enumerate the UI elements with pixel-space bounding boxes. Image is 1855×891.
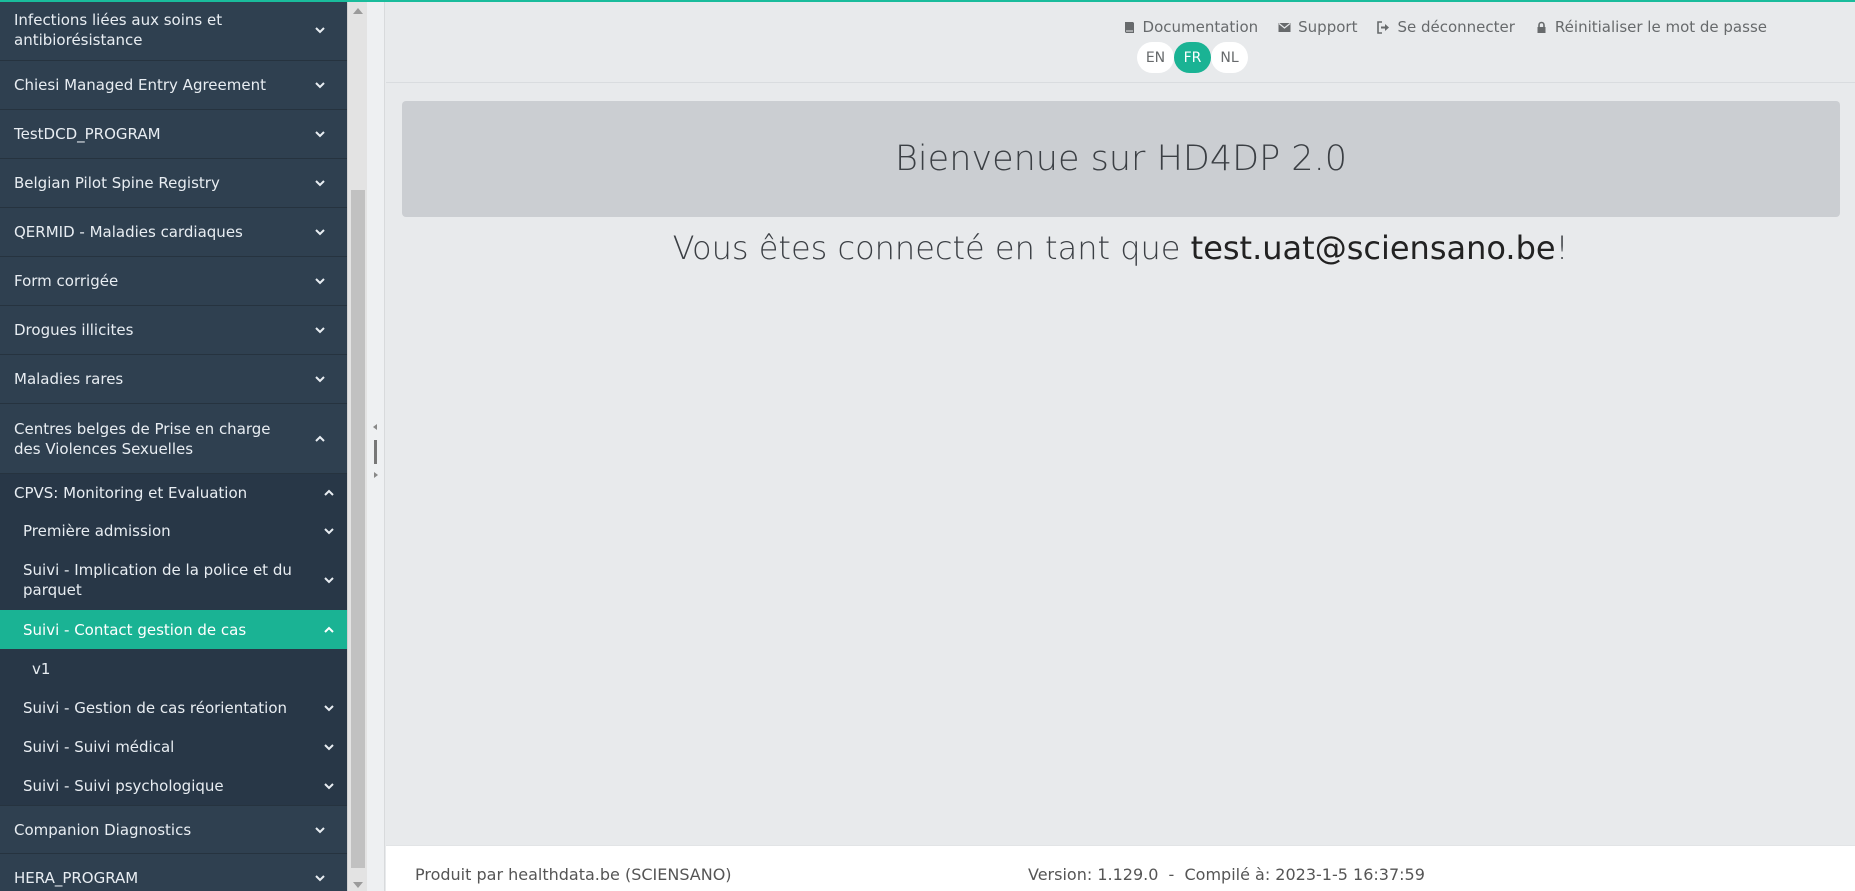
documentation-label: Documentation: [1142, 18, 1259, 36]
connected-prefix: Vous êtes connecté en tant que: [672, 229, 1191, 267]
top-header: Documentation Support Se déconnecter Réi…: [386, 2, 1855, 83]
chevron-down-icon: [315, 229, 325, 236]
sidebar-item-label: Centres belges de Prise en charge des Vi…: [14, 419, 271, 458]
sidebar-item-form-corrigee[interactable]: Form corrigée: [0, 257, 347, 306]
sidebar-item-hera[interactable]: HERA_PROGRAM: [0, 854, 347, 891]
sidebar-item-label: Form corrigée: [14, 272, 119, 290]
sidebar-subitem-label: Suivi - Gestion de cas réorientation: [23, 698, 288, 717]
sidebar-item-qermid[interactable]: QERMID - Maladies cardiaques: [0, 208, 347, 257]
chevron-down-icon: [315, 131, 325, 138]
chevron-down-icon: [315, 327, 325, 334]
support-label: Support: [1298, 18, 1358, 36]
lang-nl-button[interactable]: NL: [1211, 42, 1248, 73]
chevron-down-icon: [315, 278, 325, 285]
sidebar-item-label: Chiesi Managed Entry Agreement: [14, 76, 266, 94]
sidebar-subitem-implication-police[interactable]: Suivi - Implication de la police et du p…: [0, 550, 347, 610]
chevron-up-icon: [324, 626, 334, 633]
chevron-down-icon: [324, 782, 334, 789]
connected-suffix: !: [1555, 229, 1569, 267]
sidebar-subitem-label: Suivi - Implication de la police et du p…: [23, 561, 292, 599]
sidebar-item-label: Infections liées aux soins et antibiorés…: [14, 11, 223, 49]
chevron-down-icon: [324, 577, 334, 584]
sidebar-subitem-reorientation[interactable]: Suivi - Gestion de cas réorientation: [0, 688, 347, 727]
sidebar-item-testdcd[interactable]: TestDCD_PROGRAM: [0, 110, 347, 159]
chevron-down-icon: [315, 180, 325, 187]
sidebar-subitem-suivi-psychologique[interactable]: Suivi - Suivi psychologique: [0, 766, 347, 805]
sidebar-subitem-label: Suivi - Suivi psychologique: [23, 776, 224, 795]
scrollbar-thumb[interactable]: [351, 190, 365, 868]
top-links: Documentation Support Se déconnecter Réi…: [1123, 18, 1767, 36]
sidebar-scrollbar[interactable]: [347, 0, 367, 891]
sidebar-item-chiesi[interactable]: Chiesi Managed Entry Agreement: [0, 61, 347, 110]
sidebar-item-label: Drogues illicites: [14, 321, 134, 339]
chevron-up-icon: [324, 489, 334, 496]
top-accent-line: [0, 0, 1855, 2]
sidebar-item-companion-diagnostics[interactable]: Companion Diagnostics: [0, 805, 347, 854]
scroll-down-arrow-icon[interactable]: [353, 882, 363, 888]
sidebar-item-spine-registry[interactable]: Belgian Pilot Spine Registry: [0, 159, 347, 208]
sign-out-icon: [1377, 20, 1390, 34]
sidebar-subitem-label: v1: [32, 659, 51, 678]
sidebar-subitem-label: Première admission: [23, 521, 171, 540]
sidebar-item-label: HERA_PROGRAM: [14, 869, 139, 887]
book-icon: [1124, 21, 1134, 33]
footer-produced-by: Produit par healthdata.be (SCIENSANO): [415, 865, 732, 884]
sidebar-subitem-suivi-medical[interactable]: Suivi - Suivi médical: [0, 727, 347, 766]
sidebar-item-label: Belgian Pilot Spine Registry: [14, 174, 220, 192]
sidebar-item-infections[interactable]: Infections liées aux soins et antibiorés…: [0, 0, 347, 61]
connected-message: Vous êtes connecté en tant que test.uat@…: [386, 229, 1855, 267]
sidebar-subitem-contact-gestion[interactable]: Suivi - Contact gestion de cas: [0, 610, 347, 649]
lock-icon: [1537, 21, 1546, 33]
welcome-title: Bienvenue sur HD4DP 2.0: [895, 139, 1347, 179]
user-email: test.uat@sciensano.be: [1190, 229, 1556, 267]
sidebar-subitem-label: Suivi - Contact gestion de cas: [23, 620, 247, 639]
logout-label: Se déconnecter: [1397, 18, 1515, 36]
chevron-down-icon: [324, 743, 334, 750]
sidebar-item-label: QERMID - Maladies cardiaques: [14, 223, 243, 241]
sidebar-subitem-v1[interactable]: v1: [0, 649, 347, 688]
splitter-grip[interactable]: [374, 440, 377, 464]
chevron-down-icon: [315, 875, 325, 882]
footer: Produit par healthdata.be (SCIENSANO) Ve…: [386, 845, 1855, 891]
sidebar-subitem-label: Suivi - Suivi médical: [23, 737, 175, 756]
documentation-link[interactable]: Documentation: [1123, 18, 1259, 36]
chevron-down-icon: [324, 527, 334, 534]
language-switcher: EN FR NL: [1137, 42, 1248, 73]
chevron-down-icon: [315, 826, 325, 833]
sidebar-item-cpvs[interactable]: Centres belges de Prise en charge des Vi…: [0, 404, 347, 474]
support-link[interactable]: Support: [1278, 18, 1357, 36]
lang-fr-button[interactable]: FR: [1174, 42, 1211, 73]
sidebar-item-label: TestDCD_PROGRAM: [14, 125, 161, 143]
scroll-up-arrow-icon[interactable]: [353, 8, 363, 14]
sidebar-item-drogues[interactable]: Drogues illicites: [0, 306, 347, 355]
lang-en-button[interactable]: EN: [1137, 42, 1174, 73]
sidebar-subitem-premiere-admission[interactable]: Première admission: [0, 511, 347, 550]
sidebar-item-label: Maladies rares: [14, 370, 124, 388]
collapse-left-icon[interactable]: [373, 424, 377, 430]
chevron-down-icon: [315, 82, 325, 89]
sidebar-subgroup-cpvs-monitoring[interactable]: CPVS: Monitoring et Evaluation: [0, 474, 347, 511]
sidebar: Infections liées aux soins et antibiorés…: [0, 0, 347, 891]
chevron-up-icon: [315, 435, 325, 442]
reset-password-link[interactable]: Réinitialiser le mot de passe: [1535, 18, 1767, 36]
reset-password-label: Réinitialiser le mot de passe: [1554, 18, 1767, 36]
chevron-down-icon: [324, 704, 334, 711]
sidebar-item-maladies-rares[interactable]: Maladies rares: [0, 355, 347, 404]
logout-link[interactable]: Se déconnecter: [1377, 18, 1515, 36]
sidebar-subgroup-label: CPVS: Monitoring et Evaluation: [14, 483, 248, 502]
chevron-down-icon: [315, 376, 325, 383]
sidebar-resize-splitter[interactable]: [367, 0, 385, 891]
welcome-banner: Bienvenue sur HD4DP 2.0: [402, 101, 1840, 217]
sidebar-item-label: Companion Diagnostics: [14, 820, 192, 839]
chevron-down-icon: [315, 27, 325, 34]
expand-right-icon[interactable]: [374, 472, 378, 478]
footer-version: Version: 1.129.0 - Compilé à: 2023-1-5 1…: [1028, 865, 1425, 884]
envelope-icon: [1278, 22, 1291, 32]
